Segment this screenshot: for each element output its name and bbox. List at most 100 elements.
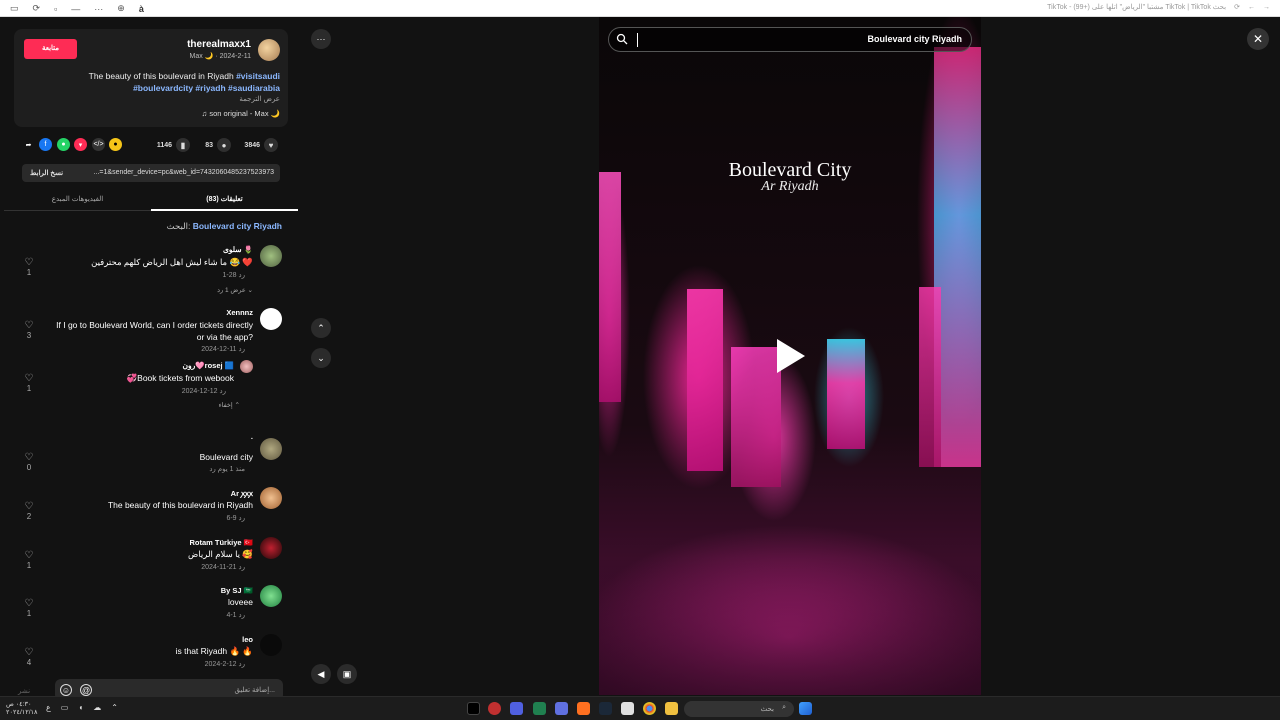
heart-icon[interactable]: ♥: [264, 138, 278, 152]
comment-like[interactable]: ♡ 1: [22, 550, 36, 570]
bookmark-icon[interactable]: ▮: [176, 138, 190, 152]
heart-icon[interactable]: ♡: [22, 373, 36, 384]
hide-replies-button[interactable]: إخفاء ⌃: [219, 401, 240, 409]
app-a-icon[interactable]: [577, 702, 590, 715]
avatar[interactable]: [258, 39, 280, 61]
comment-like[interactable]: ♡ 1: [22, 598, 36, 618]
send-icon[interactable]: ▾: [74, 138, 87, 151]
avatar[interactable]: [260, 438, 282, 460]
excel-icon[interactable]: [533, 702, 546, 715]
zoom-icon[interactable]: ⊕: [117, 3, 125, 14]
embed-icon[interactable]: </>: [92, 138, 105, 151]
search-hint-query[interactable]: Boulevard city Riyadh: [193, 221, 282, 231]
avatar[interactable]: [260, 245, 282, 267]
cloud-icon[interactable]: ☁: [93, 703, 101, 712]
comment-meta[interactable]: منذ 1 يوم رد: [209, 465, 245, 473]
more-options-icon[interactable]: ···: [311, 29, 331, 49]
comment-like[interactable]: ♡ 2: [22, 501, 36, 521]
comment-author[interactable]: .: [251, 432, 253, 441]
heart-icon[interactable]: ♡: [22, 550, 36, 561]
post-comment-button[interactable]: نشر: [18, 687, 30, 695]
comment-like[interactable]: ♡ 3: [22, 320, 36, 340]
chrome-icon[interactable]: [643, 702, 656, 715]
comment-author[interactable]: رون🩷rosej 🟦: [183, 361, 234, 370]
music-link[interactable]: ♫ son original - Max 🌙: [202, 109, 280, 118]
comment-meta[interactable]: 1-28 رد: [223, 271, 245, 279]
comment-author[interactable]: leo: [242, 635, 253, 644]
copy-link-button[interactable]: نسخ الرابط: [30, 169, 63, 177]
comment-author[interactable]: Rotam Türkiye 🇹🇷: [189, 538, 253, 547]
comment-author[interactable]: سلوى 🌷: [223, 245, 253, 254]
like-action[interactable]: 3846 ♥: [244, 137, 278, 153]
volume-icon[interactable]: ◀: [311, 664, 331, 684]
back-icon[interactable]: ▭: [10, 3, 19, 14]
play-icon[interactable]: [777, 339, 805, 373]
language-icon[interactable]: ع: [46, 703, 51, 712]
minimize-icon[interactable]: —: [71, 4, 80, 14]
heart-icon[interactable]: ♡: [22, 501, 36, 512]
facebook-icon[interactable]: f: [39, 138, 52, 151]
mention-icon[interactable]: @: [80, 684, 92, 696]
comment-author[interactable]: By SJ 🇸🇦: [221, 586, 253, 595]
view-replies-button[interactable]: عرض 1 رد ⌄: [217, 286, 253, 294]
comment-meta[interactable]: 2024-2-12 رد: [205, 660, 245, 668]
comment-icon[interactable]: ●: [217, 138, 231, 152]
chevron-up-icon[interactable]: ⌃: [111, 703, 118, 712]
share-icon[interactable]: ➦: [22, 138, 35, 151]
heart-icon[interactable]: ♡: [22, 452, 36, 463]
comment-like[interactable]: ♡ 0: [22, 452, 36, 472]
refresh-icon[interactable]: ⟳: [1234, 3, 1240, 11]
comment-author[interactable]: Xennnz: [226, 308, 253, 317]
comment-like[interactable]: ♡ 4: [22, 647, 36, 667]
hashtags-link[interactable]: #boulevardcity #riyadh #saudiarabia: [133, 83, 280, 93]
monitor-icon[interactable]: ▭: [61, 703, 69, 712]
avatar[interactable]: [260, 634, 282, 656]
folder-icon[interactable]: [665, 702, 678, 715]
link-url[interactable]: ...=1&sender_device=pc&web_id=7432060485…: [94, 169, 274, 176]
teams-icon[interactable]: [555, 702, 568, 715]
taskbar-search[interactable]: ⌕ بحث: [684, 701, 794, 717]
heart-icon[interactable]: ♡: [22, 598, 36, 609]
app-icon[interactable]: [488, 702, 501, 715]
comment-meta[interactable]: 6-9 رد: [226, 514, 245, 522]
windows-start-icon[interactable]: [799, 702, 812, 715]
avatar[interactable]: [260, 537, 282, 559]
video-player[interactable]: Boulevard City Ar Riyadh: [599, 17, 981, 695]
tab-creator-videos[interactable]: الفيديوهات المبدع: [4, 195, 151, 203]
heart-icon[interactable]: ♡: [22, 257, 36, 268]
clock[interactable]: ٠٤:٣٠ ص ٢٠٢٤/١٢/١٨: [6, 701, 38, 717]
steam-icon[interactable]: [599, 702, 612, 715]
comment-author[interactable]: Ar ꭗꭗꭗ: [231, 489, 253, 499]
chevron-up-icon[interactable]: ⌃: [311, 318, 331, 338]
more-icon[interactable]: ···: [94, 4, 103, 14]
close-icon[interactable]: ✕: [1247, 28, 1269, 50]
emoji-icon[interactable]: ☺: [60, 684, 72, 696]
comment-meta[interactable]: 2024-12-11 رد: [201, 345, 245, 353]
whatsapp-icon[interactable]: ●: [57, 138, 70, 151]
pip-icon[interactable]: ▣: [337, 664, 357, 684]
hashtag-link[interactable]: #visitsaudi: [236, 71, 280, 81]
chevron-down-icon[interactable]: ⌄: [311, 348, 331, 368]
comment-meta[interactable]: 2024-12-12 رد: [182, 387, 226, 395]
comment-meta[interactable]: 2024-11-21 رد: [201, 563, 245, 571]
comment-like[interactable]: ♡ 1: [22, 257, 36, 277]
translate-link[interactable]: عرض الترجمة: [239, 95, 280, 103]
forward-icon[interactable]: ⟳: [33, 3, 41, 14]
avatar[interactable]: [260, 308, 282, 330]
tab-title[interactable]: TikTok - (99+) مشتبا "الرياض" اتلها على …: [1047, 3, 1226, 11]
avatar[interactable]: [260, 585, 282, 607]
discord-icon[interactable]: [510, 702, 523, 715]
share-coin-icon[interactable]: ●: [109, 138, 122, 151]
avatar[interactable]: [240, 360, 253, 373]
comment-meta[interactable]: 4-1 رد: [226, 611, 245, 619]
reload-icon[interactable]: ▫: [54, 4, 57, 14]
tiktok-icon[interactable]: [467, 702, 480, 715]
forward-arrow-icon[interactable]: →: [1263, 4, 1270, 11]
heart-icon[interactable]: ♡: [22, 320, 36, 331]
comment-action[interactable]: 83 ●: [205, 137, 231, 153]
follow-button[interactable]: متابعة: [24, 39, 77, 59]
search-input[interactable]: Boulevard city Riyadh: [608, 27, 972, 52]
avatar[interactable]: [260, 487, 282, 509]
back-arrow-icon[interactable]: ←: [1248, 4, 1255, 11]
store-icon[interactable]: [621, 702, 634, 715]
